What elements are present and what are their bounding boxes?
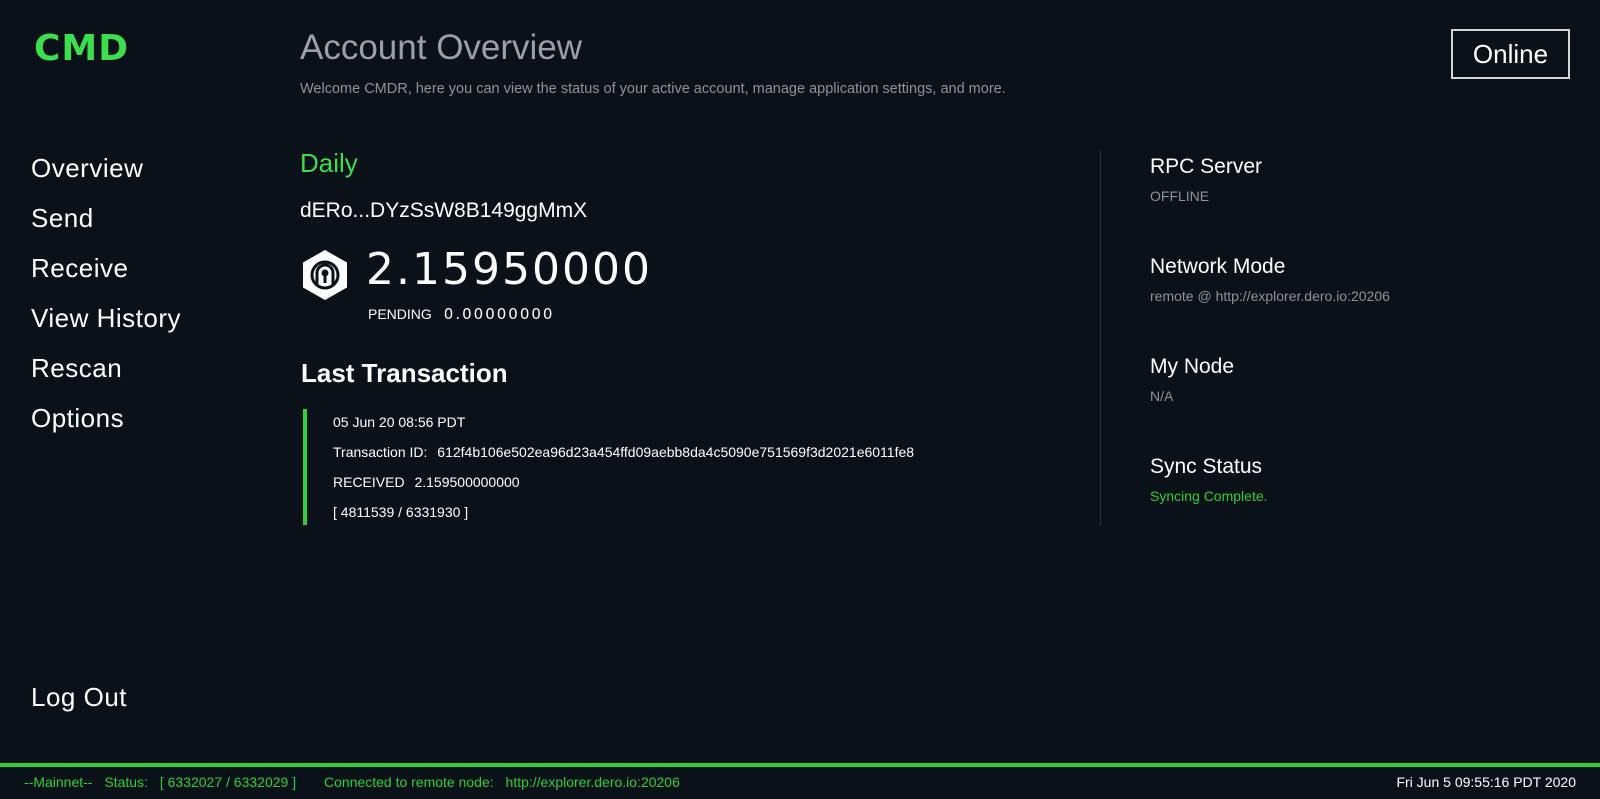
page-title: Account Overview [300, 28, 583, 67]
network-name: --Mainnet-- [24, 774, 93, 790]
status-info-panel: RPC Server OFFLINE Network Mode remote @… [1150, 150, 1570, 550]
sidebar-item-rescan[interactable]: Rescan [31, 350, 181, 400]
network-mode-block: Network Mode remote @ http://explorer.de… [1150, 250, 1570, 350]
rpc-server-label: RPC Server [1150, 155, 1263, 178]
status-label: Status: [104, 774, 148, 790]
status-bar: --Mainnet-- Status: [ 6332027 / 6332029 … [0, 767, 1600, 799]
last-transaction-title: Last Transaction [301, 358, 508, 388]
tx-id-label: Transaction ID: [333, 444, 428, 460]
tx-date: 05 Jun 20 08:56 PDT [333, 414, 466, 430]
account-name: Daily [300, 148, 358, 178]
page-subtitle: Welcome CMDR, here you can view the stat… [300, 81, 1006, 97]
my-node-block: My Node N/A [1150, 350, 1570, 450]
sidebar-item-overview[interactable]: Overview [31, 150, 181, 200]
vertical-divider [1100, 150, 1101, 525]
pending-value: 0.00000000 [443, 305, 555, 323]
balance-amount: 2.15950000 [366, 244, 652, 295]
tx-amount: 2.159500000000 [414, 474, 520, 490]
status-bar-left: --Mainnet-- Status: [ 6332027 / 6332029 … [24, 774, 688, 790]
logout-button[interactable]: Log Out [31, 682, 127, 713]
pending-label: PENDING [368, 306, 432, 322]
sync-status-value: Syncing Complete. [1150, 488, 1268, 504]
status-value: [ 6332027 / 6332029 ] [159, 774, 297, 790]
last-transaction-card[interactable]: 05 Jun 20 08:56 PDT Transaction ID: 612f… [303, 409, 923, 525]
dero-coin-icon [303, 250, 347, 300]
sidebar-nav: Overview Send Receive View History Resca… [31, 150, 181, 450]
connected-label: Connected to remote node: [323, 774, 494, 790]
network-mode-label: Network Mode [1150, 255, 1286, 278]
sidebar-item-send[interactable]: Send [31, 200, 181, 250]
tx-amount-row: RECEIVED 2.159500000000 [333, 471, 923, 501]
online-status-button[interactable]: Online [1451, 29, 1570, 79]
tx-height-range: [ 4811539 / 6331930 ] [333, 504, 469, 520]
app-window: CMD Account Overview Welcome CMDR, here … [0, 0, 1600, 799]
tx-direction: RECEIVED [333, 474, 405, 490]
my-node-label: My Node [1150, 355, 1235, 378]
tx-id-value[interactable]: 612f4b106e502ea96d23a454ffd09aebb8da4c50… [437, 444, 914, 460]
my-node-value: N/A [1150, 388, 1174, 404]
sidebar-item-options[interactable]: Options [31, 400, 181, 450]
connected-node: http://explorer.dero.io:20206 [505, 774, 680, 790]
sidebar-item-view-history[interactable]: View History [31, 300, 181, 350]
pending-balance: PENDING 0.00000000 [368, 305, 554, 323]
status-bar-datetime: Fri Jun 5 09:55:16 PDT 2020 [1396, 774, 1576, 790]
network-mode-value: remote @ http://explorer.dero.io:20206 [1150, 288, 1390, 304]
sync-status-label: Sync Status [1150, 455, 1263, 478]
rpc-server-value: OFFLINE [1150, 188, 1210, 204]
app-logo[interactable]: CMD [34, 28, 129, 69]
sidebar-item-receive[interactable]: Receive [31, 250, 181, 300]
account-address[interactable]: dERo...DYzSsW8B149ggMmX [300, 199, 587, 223]
rpc-server-block: RPC Server OFFLINE [1150, 150, 1570, 250]
tx-id-row: Transaction ID: 612f4b106e502ea96d23a454… [333, 441, 923, 471]
sync-status-block: Sync Status Syncing Complete. [1150, 450, 1570, 550]
